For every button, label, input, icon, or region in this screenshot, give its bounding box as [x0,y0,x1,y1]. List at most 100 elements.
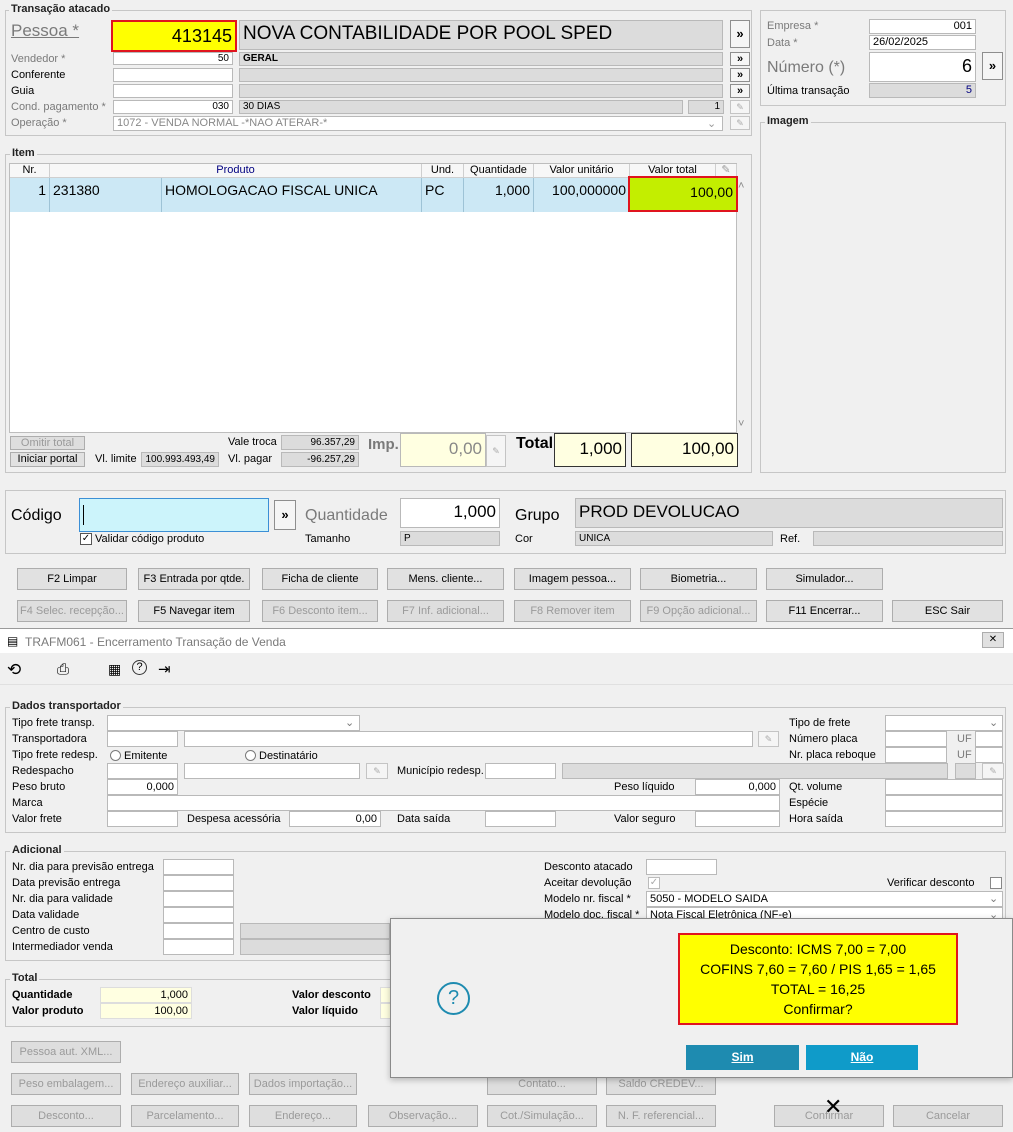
f5-navegar-item-button[interactable]: F5 Navegar item [138,600,250,622]
sim-button[interactable]: Sim [686,1045,799,1070]
nao-button[interactable]: Não [806,1045,918,1070]
table-row[interactable]: 1 231380 HOMOLOGACAO FISCAL UNICA PC 1,0… [10,178,730,212]
conferente-search-button[interactable]: » [730,68,750,82]
cot-simulacao-button[interactable]: Cot./Simulação... [487,1105,597,1127]
emitente-label[interactable]: Emitente [124,750,167,762]
peso-liquido-field[interactable]: 0,000 [695,779,780,795]
codigo-search-button[interactable]: » [274,500,296,530]
data-previsao-field[interactable] [163,875,234,891]
f11-encerrar-button[interactable]: F11 Encerrar... [766,600,883,622]
despesa-acessoria-field[interactable]: 0,00 [289,811,381,827]
simulador-button[interactable]: Simulador... [766,568,883,590]
numero-placa-field[interactable] [885,731,947,747]
imp-edit-button[interactable]: ✎ [486,435,506,467]
print-icon[interactable]: ⎙ [57,661,69,678]
parcelamento-button[interactable]: Parcelamento... [131,1105,239,1127]
centro-custo-field[interactable] [163,923,234,939]
emitente-radio[interactable] [110,750,121,761]
nf-referencial-button[interactable]: N. F. referencial... [606,1105,716,1127]
operacao-edit-button[interactable]: ✎ [730,116,750,130]
cancelar-button[interactable]: Cancelar [893,1105,1003,1127]
grid-header-produto[interactable]: Produto [50,164,422,178]
scroll-up-icon[interactable]: ˄ [738,180,744,192]
valor-frete-field[interactable] [107,811,178,827]
numero-search-button[interactable]: » [982,52,1003,80]
pessoa-search-button[interactable]: » [730,20,750,48]
omitir-total-button[interactable]: Omitir total [10,436,85,450]
cond-code-field[interactable]: 030 [113,100,233,114]
quantidade-field[interactable]: 1,000 [400,498,500,528]
pessoa-code-field[interactable]: 413145 [111,20,237,52]
peso-bruto-field[interactable]: 0,000 [107,779,178,795]
hora-saida-field[interactable] [885,811,1003,827]
marca-field[interactable] [107,795,780,811]
vendedor-code-field[interactable]: 50 [113,52,233,65]
grid-header-valor-unitario[interactable]: Valor unitário [534,164,630,178]
observacao-button[interactable]: Observação... [368,1105,478,1127]
ficha-cliente-button[interactable]: Ficha de cliente [262,568,378,590]
aceitar-devolucao-checkbox[interactable]: ✓ [648,877,660,889]
window-close-button[interactable]: ✕ [982,632,1004,648]
guia-field[interactable] [113,84,233,98]
biometria-button[interactable]: Biometria... [640,568,757,590]
row-valor-total[interactable]: 100,00 [628,176,738,212]
nr-placa-reboque-field[interactable] [885,747,947,763]
endereco-button[interactable]: Endereço... [249,1105,357,1127]
empresa-field[interactable]: 001 [869,19,976,34]
numero-field[interactable]: 6 [869,52,976,82]
nr-dia-validade-field[interactable] [163,891,234,907]
cond-edit-button[interactable]: ✎ [730,100,750,114]
calendar-icon[interactable]: ▦ [108,661,121,678]
desconto-atacado-field[interactable] [646,859,717,875]
f7-inf-adicional-button[interactable]: F7 Inf. adicional... [387,600,504,622]
verificar-desconto-checkbox[interactable] [990,877,1002,889]
destinatario-label[interactable]: Destinatário [259,750,318,762]
grid-header-nr[interactable]: Nr. [10,164,50,178]
undo-icon[interactable]: ⟲ [7,660,21,680]
tipo-frete-transp-select[interactable] [107,715,360,731]
qt-volume-field[interactable] [885,779,1003,795]
transportadora-code-field[interactable] [107,731,178,747]
especie-field[interactable] [885,795,1003,811]
f4-selec-recepcao-button[interactable]: F4 Selec. recepção... [17,600,127,622]
data-validade-field[interactable] [163,907,234,923]
valor-seguro-field[interactable] [695,811,780,827]
peso-embalagem-button[interactable]: Peso embalagem... [11,1073,121,1095]
iniciar-portal-button[interactable]: Iniciar portal [10,452,85,467]
validar-codigo-checkbox[interactable]: ✓ [80,533,92,545]
data-field[interactable]: 26/02/2025 [869,35,976,50]
endereco-auxiliar-button[interactable]: Endereço auxiliar... [131,1073,239,1095]
help-icon[interactable]: ? [132,660,147,675]
dados-importacao-button[interactable]: Dados importação... [249,1073,357,1095]
desconto-button[interactable]: Desconto... [11,1105,121,1127]
exit-icon[interactable]: ⇥ [158,660,171,678]
f6-desconto-item-button[interactable]: F6 Desconto item... [262,600,378,622]
f8-remover-item-button[interactable]: F8 Remover item [514,600,631,622]
esc-sair-button[interactable]: ESC Sair [892,600,1003,622]
transportadora-edit-button[interactable]: ✎ [758,731,779,747]
redespacho-edit-button[interactable]: ✎ [366,763,388,779]
reboque-uf-field[interactable] [975,747,1003,763]
f3-entrada-qtde-button[interactable]: F3 Entrada por qtde. [138,568,250,590]
f2-limpar-button[interactable]: F2 Limpar [17,568,127,590]
data-saida-field[interactable] [485,811,556,827]
municipio-edit-button[interactable]: ✎ [982,763,1004,779]
grid-header-und[interactable]: Und. [422,164,464,178]
validar-codigo-label[interactable]: Validar código produto [95,533,204,545]
tipo-de-frete-select[interactable] [885,715,1003,731]
modelo-nr-fiscal-select[interactable]: 5050 - MODELO SAIDA [646,891,1003,907]
mens-cliente-button[interactable]: Mens. cliente... [387,568,504,590]
destinatario-radio[interactable] [245,750,256,761]
nr-dia-previsao-field[interactable] [163,859,234,875]
placa-uf-field[interactable] [975,731,1003,747]
grid-header-quantidade[interactable]: Quantidade [464,164,534,178]
conferente-field[interactable] [113,68,233,82]
municipio-redesp-field[interactable] [485,763,556,779]
codigo-input[interactable] [79,498,269,532]
guia-search-button[interactable]: » [730,84,750,98]
redespacho-code-field[interactable] [107,763,178,779]
operacao-select[interactable]: 1072 - VENDA NORMAL -*NAO ATERAR-* [113,116,723,131]
scroll-down-icon[interactable]: ˅ [738,418,744,430]
pessoa-aut-xml-button[interactable]: Pessoa aut. XML... [11,1041,121,1063]
f9-opcao-adicional-button[interactable]: F9 Opção adicional... [640,600,757,622]
